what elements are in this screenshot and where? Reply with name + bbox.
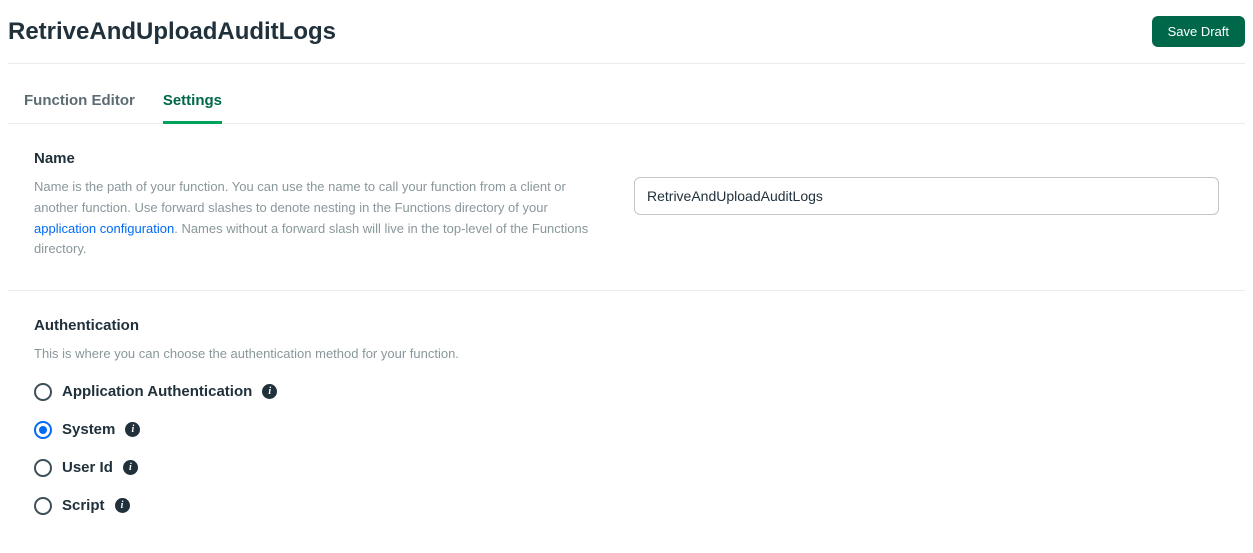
info-icon[interactable]: i xyxy=(123,460,138,475)
radio-label: System xyxy=(62,421,115,438)
function-name-input[interactable] xyxy=(634,177,1219,215)
name-desc-text-1: Name is the path of your function. You c… xyxy=(34,179,566,215)
info-icon[interactable]: i xyxy=(115,498,130,513)
info-icon[interactable]: i xyxy=(262,384,277,399)
radio-icon xyxy=(34,383,52,401)
auth-option-user-id[interactable]: User Id i xyxy=(34,459,1219,477)
page-title: RetriveAndUploadAuditLogs xyxy=(8,18,336,46)
auth-radio-list: Application Authentication i System i Us… xyxy=(34,383,1219,515)
radio-icon xyxy=(34,459,52,477)
name-section-title: Name xyxy=(34,150,1219,167)
save-draft-button[interactable]: Save Draft xyxy=(1152,16,1245,47)
tab-settings[interactable]: Settings xyxy=(163,82,222,124)
tabs: Function Editor Settings xyxy=(8,82,1245,124)
auth-option-system[interactable]: System i xyxy=(34,421,1219,439)
auth-section-title: Authentication xyxy=(34,317,1219,334)
radio-label: User Id xyxy=(62,459,113,476)
info-icon[interactable]: i xyxy=(125,422,140,437)
application-configuration-link[interactable]: application configuration xyxy=(34,221,174,236)
auth-option-script[interactable]: Script i xyxy=(34,497,1219,515)
auth-option-application-authentication[interactable]: Application Authentication i xyxy=(34,383,1219,401)
radio-label: Application Authentication xyxy=(62,383,252,400)
tab-function-editor[interactable]: Function Editor xyxy=(24,82,135,124)
radio-label: Script xyxy=(62,497,105,514)
name-section: Name Name is the path of your function. … xyxy=(8,124,1245,291)
page-header: RetriveAndUploadAuditLogs Save Draft xyxy=(8,8,1245,64)
radio-icon xyxy=(34,497,52,515)
name-section-description: Name is the path of your function. You c… xyxy=(34,177,594,260)
radio-icon xyxy=(34,421,52,439)
auth-section-description: This is where you can choose the authent… xyxy=(34,344,1219,365)
authentication-section: Authentication This is where you can cho… xyxy=(8,291,1245,545)
